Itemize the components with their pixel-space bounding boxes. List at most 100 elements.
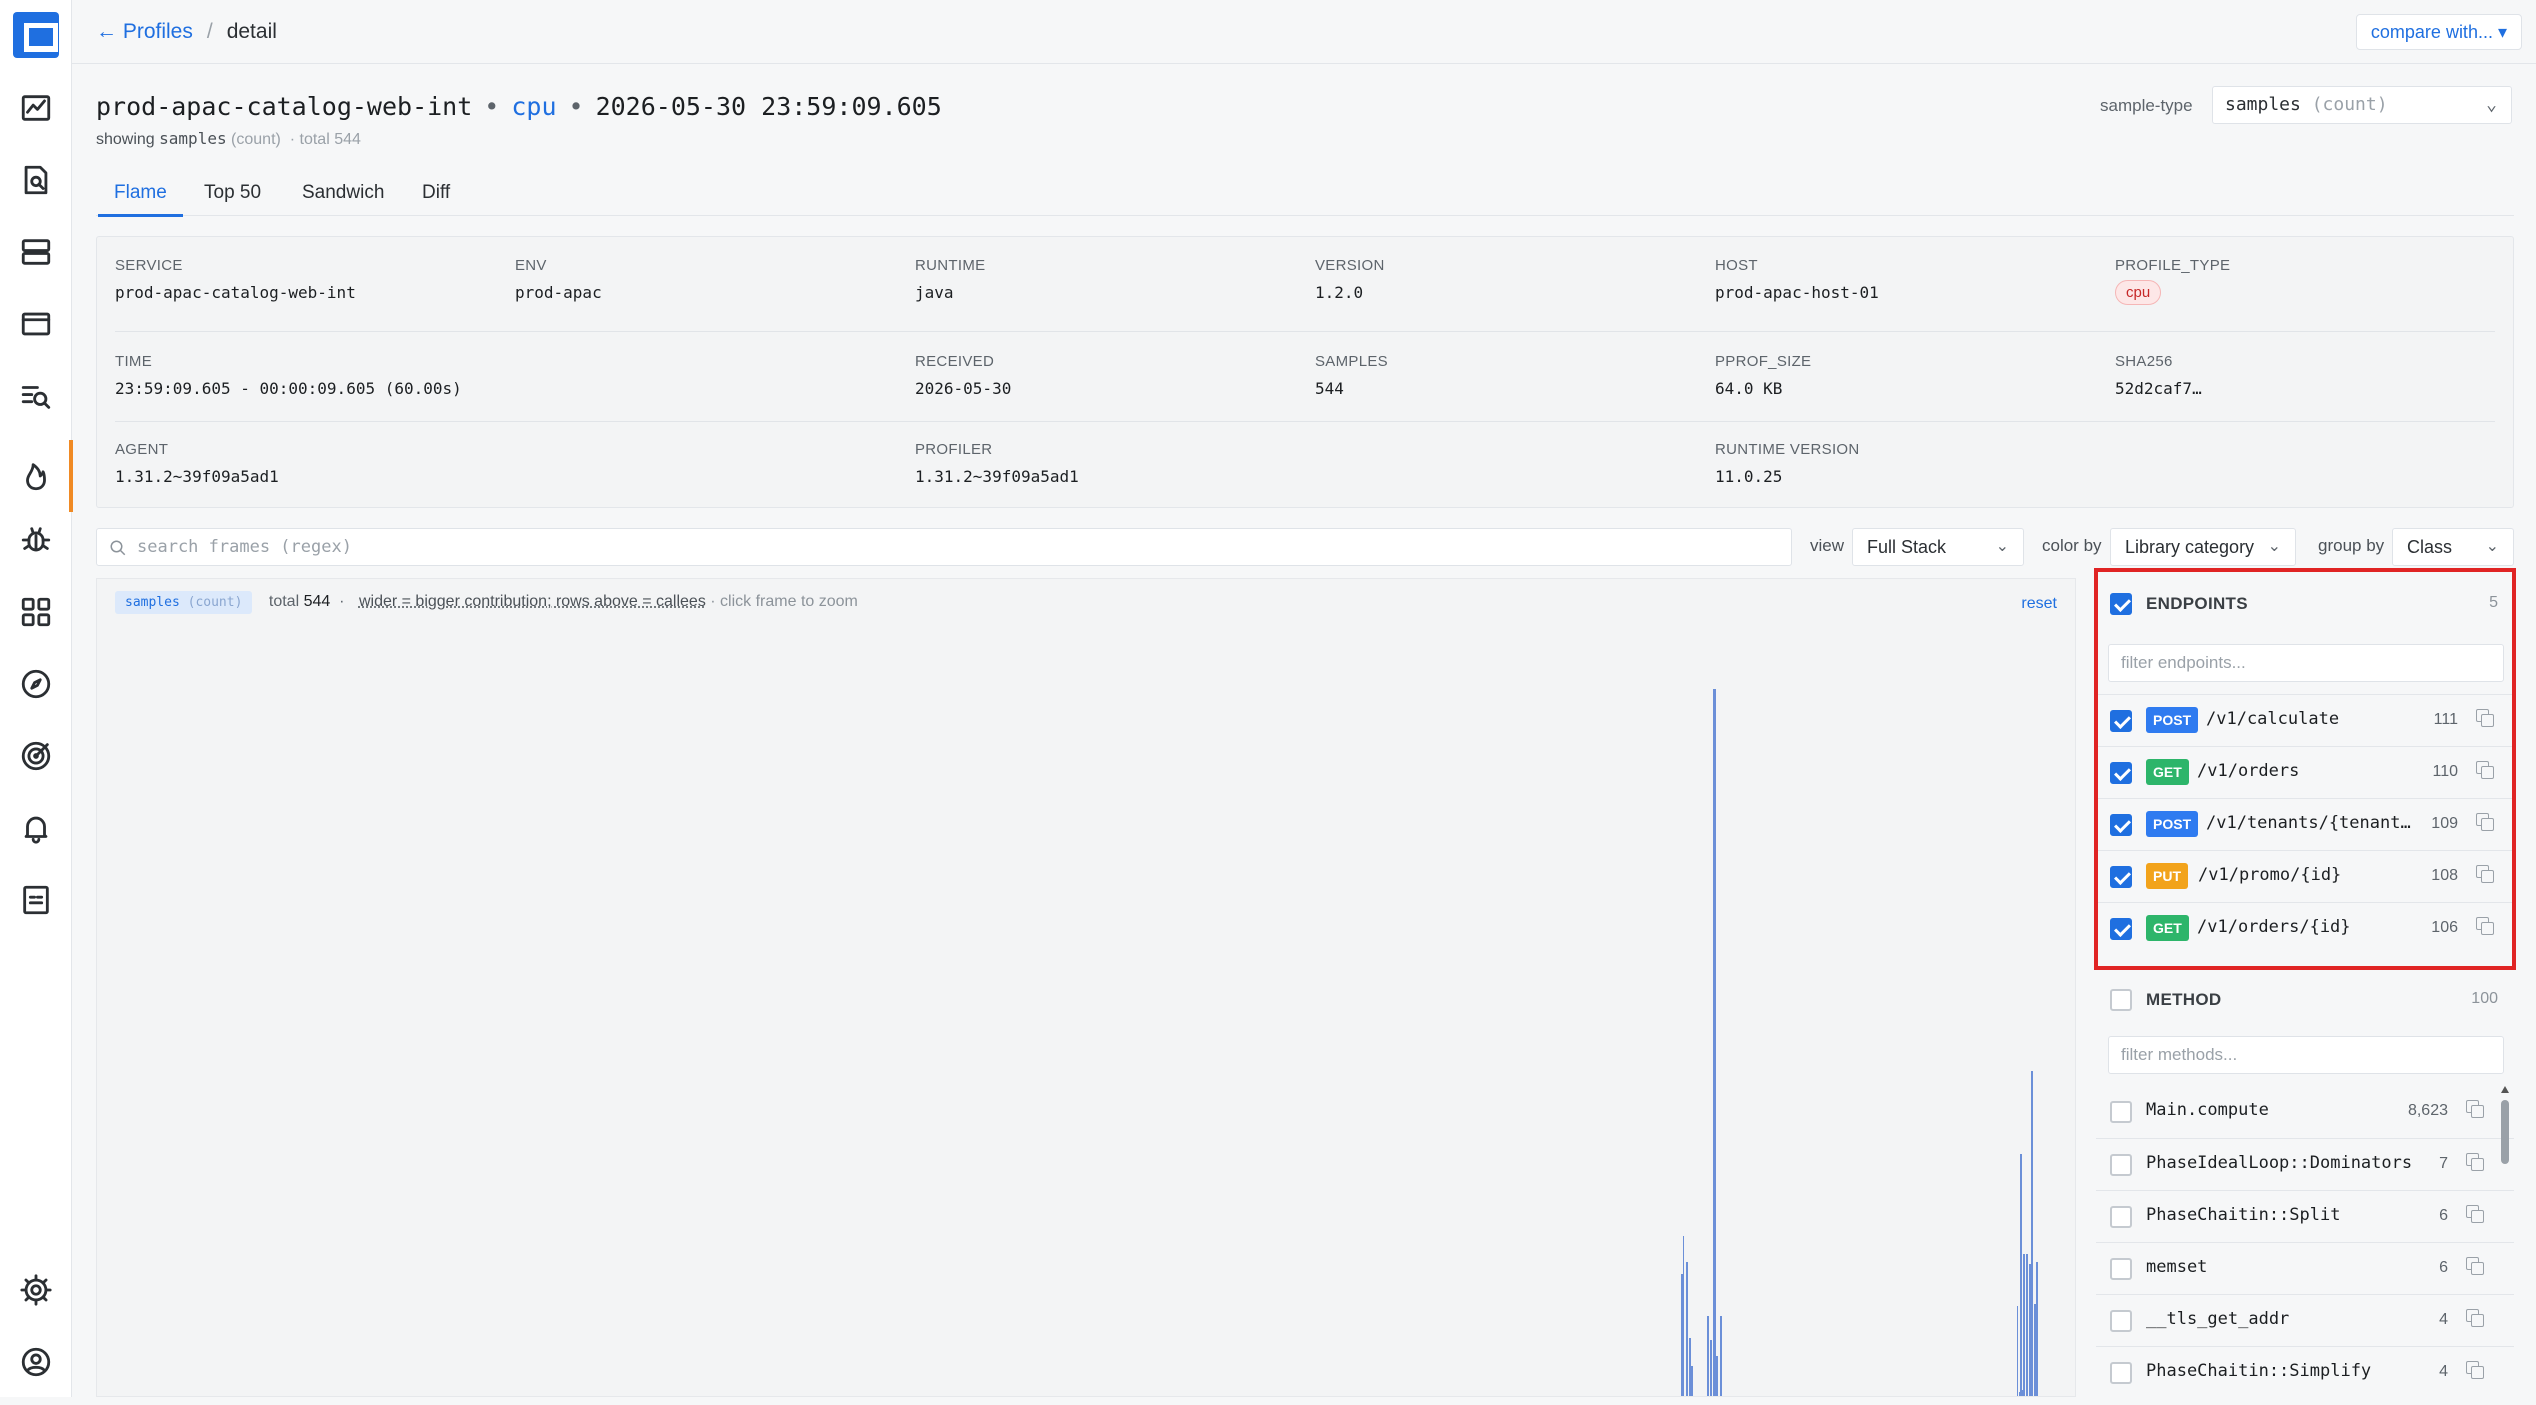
target-icon[interactable] <box>0 728 72 784</box>
copy-icon[interactable] <box>2466 1309 2484 1327</box>
card-icon[interactable] <box>0 296 72 352</box>
endpoint-checkbox[interactable] <box>2110 814 2132 836</box>
account-icon[interactable] <box>0 1334 72 1390</box>
tab-diff[interactable]: Diff <box>422 182 450 204</box>
copy-icon[interactable] <box>2466 1361 2484 1379</box>
method-row[interactable]: __tls_get_addr 4 <box>2096 1294 2514 1346</box>
grid-icon[interactable] <box>0 584 72 640</box>
flame-frame[interactable] <box>1716 1356 1718 1396</box>
search-doc-icon[interactable] <box>0 152 72 208</box>
method-checkbox[interactable] <box>2110 1101 2132 1123</box>
flame-frame[interactable] <box>1707 1316 1709 1396</box>
method-row[interactable]: Main.compute 8,623 <box>2096 1086 2514 1138</box>
bell-icon[interactable] <box>0 800 72 856</box>
breadcrumb-separator: / <box>206 20 213 43</box>
endpoint-checkbox[interactable] <box>2110 918 2132 940</box>
meta-label: TIME <box>115 353 153 370</box>
tab-flame[interactable]: Flame <box>98 182 183 217</box>
flame-frame[interactable] <box>1686 1336 1688 1396</box>
dashboard-icon[interactable] <box>0 80 72 136</box>
methods-scrollbar[interactable] <box>2500 1086 2510 1397</box>
method-row[interactable]: PhaseChaitin::Split 6 <box>2096 1190 2514 1242</box>
flame-graph[interactable]: samples (count) total 544 · wider = bigg… <box>96 578 2076 1397</box>
endpoints-title: ENDPOINTS <box>2146 594 2248 613</box>
method-checkbox[interactable] <box>2110 1154 2132 1176</box>
meta-value: 2026-05-30 <box>915 379 1012 398</box>
method-checkbox[interactable] <box>2110 1206 2132 1228</box>
tab-sandwich[interactable]: Sandwich <box>302 182 384 204</box>
method-name: memset <box>2146 1257 2208 1277</box>
copy-icon[interactable] <box>2476 813 2494 831</box>
bug-icon[interactable] <box>0 512 72 568</box>
back-to-profiles-link[interactable]: ← Profiles <box>96 20 193 43</box>
copy-icon[interactable] <box>2476 709 2494 727</box>
compare-with-button[interactable]: compare with... ▾ <box>2355 14 2522 50</box>
endpoint-path: /v1/calculate <box>2206 709 2340 729</box>
flame-frame[interactable] <box>1683 1236 1684 1396</box>
title-profile-type: cpu <box>511 92 557 121</box>
flame-frame[interactable] <box>2031 1071 2033 1396</box>
copy-icon[interactable] <box>2466 1100 2484 1118</box>
compass-icon[interactable] <box>0 656 72 712</box>
filter-methods-input[interactable] <box>2108 1036 2504 1074</box>
scroll-up-icon[interactable] <box>2501 1086 2509 1093</box>
endpoint-row[interactable]: POST /v1/calculate 111 <box>2096 694 2514 746</box>
flame-frame[interactable] <box>1713 689 1716 1396</box>
endpoints-header[interactable]: ENDPOINTS 5 <box>2096 578 2514 630</box>
methods-header[interactable]: METHOD 100 <box>2096 974 2514 1026</box>
endpoints-select-all-checkbox[interactable] <box>2110 593 2132 615</box>
flame-frame[interactable] <box>2029 1264 2031 1396</box>
flame-frame[interactable] <box>2026 1254 2028 1396</box>
endpoint-row[interactable]: GET /v1/orders 110 <box>2096 746 2514 798</box>
endpoint-checkbox[interactable] <box>2110 762 2132 784</box>
search-list-icon[interactable] <box>0 368 72 424</box>
flame-frame[interactable] <box>2023 1254 2025 1396</box>
method-row[interactable]: PhaseChaitin::Simplify 4 <box>2096 1346 2514 1398</box>
flame-frame[interactable] <box>1710 1340 1712 1396</box>
reset-button[interactable]: reset <box>2021 595 2057 613</box>
app-logo[interactable] <box>13 12 59 58</box>
flame-frame[interactable] <box>1691 1366 1693 1396</box>
method-checkbox[interactable] <box>2110 1362 2132 1384</box>
endpoint-checkbox[interactable] <box>2110 866 2132 888</box>
flame-frame[interactable] <box>1720 1316 1722 1396</box>
copy-icon[interactable] <box>2476 865 2494 883</box>
flame-frame[interactable] <box>2036 1262 2038 1396</box>
group-by-select[interactable]: Class ⌄ <box>2392 528 2514 566</box>
endpoint-row[interactable]: GET /v1/orders/{id} 106 <box>2096 902 2514 954</box>
endpoint-path: /v1/promo/{id} <box>2198 865 2342 885</box>
filter-endpoints-input[interactable] <box>2108 644 2504 682</box>
copy-icon[interactable] <box>2476 917 2494 935</box>
view-select[interactable]: Full Stack ⌄ <box>1852 528 2024 566</box>
gear-icon[interactable] <box>0 1262 72 1318</box>
method-row[interactable]: PhaseIdealLoop::Dominators 7 <box>2096 1138 2514 1190</box>
method-checkbox[interactable] <box>2110 1310 2132 1332</box>
scrollbar-thumb[interactable] <box>2501 1100 2509 1164</box>
color-by-select[interactable]: Library category ⌄ <box>2110 528 2296 566</box>
search-input[interactable] <box>137 529 1737 565</box>
tab-top-50[interactable]: Top 50 <box>204 182 261 204</box>
copy-icon[interactable] <box>2476 761 2494 779</box>
endpoint-row[interactable]: POST /v1/tenants/{tenant… 109 <box>2096 798 2514 850</box>
chip-unit: (count) <box>187 595 243 610</box>
method-checkbox[interactable] <box>2110 1258 2132 1280</box>
sample-type-select[interactable]: samples (count) ⌄ <box>2212 86 2512 124</box>
flame-frame[interactable] <box>2020 1154 2022 1396</box>
servers-icon[interactable] <box>0 224 72 280</box>
flame-icon[interactable] <box>0 440 73 512</box>
copy-icon[interactable] <box>2466 1153 2484 1171</box>
copy-icon[interactable] <box>2466 1257 2484 1275</box>
methods-select-all-checkbox[interactable] <box>2110 989 2132 1011</box>
endpoint-row[interactable]: PUT /v1/promo/{id} 108 <box>2096 850 2514 902</box>
color-by-value: Library category <box>2125 537 2255 557</box>
flame-frame[interactable] <box>2017 1306 2018 1396</box>
color-by-label: color by <box>2042 536 2102 555</box>
report-icon[interactable] <box>0 872 72 928</box>
chevron-down-icon: ⌄ <box>2267 538 2281 555</box>
method-row[interactable]: memset 6 <box>2096 1242 2514 1294</box>
copy-icon[interactable] <box>2466 1205 2484 1223</box>
meta-value: 1.2.0 <box>1315 283 1364 302</box>
view-tabs: Flame Top 50 Sandwich Diff <box>96 172 2514 217</box>
endpoint-checkbox[interactable] <box>2110 710 2132 732</box>
meta-label: VERSION <box>1315 257 1385 274</box>
